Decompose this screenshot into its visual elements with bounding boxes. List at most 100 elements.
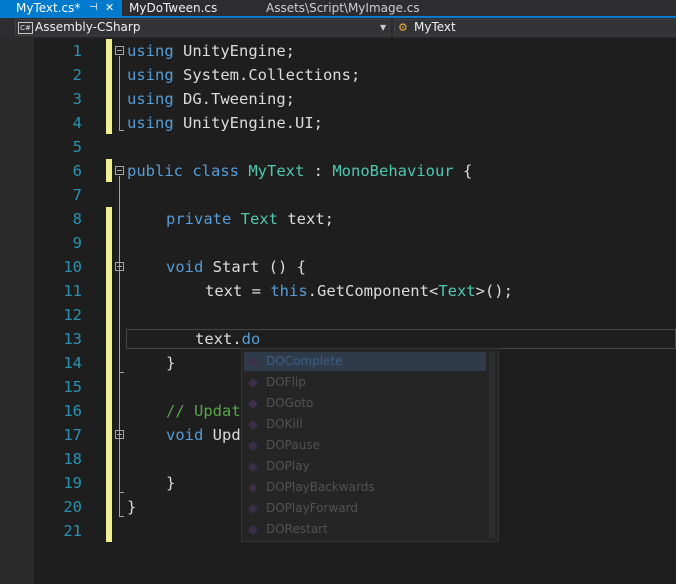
code-line-20[interactable]: } [127, 495, 136, 519]
outline-guide [119, 516, 124, 517]
class-icon: ⚙ [398, 21, 408, 34]
code-editor[interactable]: 1 2 3 4 5 6 7 8 9 10 11 12 13 14 15 16 17 18 19 20 21 using … [0, 38, 676, 584]
outline-guide [119, 272, 120, 372]
completion-scrollbar[interactable] [489, 352, 495, 538]
line-number: 18 [63, 450, 82, 468]
keyword: class [183, 162, 249, 180]
line-number: 3 [72, 90, 82, 108]
line-number: 17 [63, 426, 82, 444]
code-line-8[interactable]: private Text text; [166, 207, 334, 231]
change-bar [106, 159, 112, 182]
code-line-19[interactable]: } [166, 471, 175, 495]
intellisense-completion-list[interactable]: DOComplete DOFlip DOGoto DOKill DOPause DOPla… [241, 348, 499, 542]
code-line-11[interactable]: text = this.GetComponent<Text>(); [205, 279, 513, 303]
code-line-6[interactable]: public class MyText : MonoBehaviour { [127, 159, 472, 183]
keyword: using [127, 42, 174, 60]
outline-guide [119, 492, 124, 493]
change-bar [106, 207, 112, 542]
code-line-4[interactable]: using UnityEngine.UI; [127, 111, 323, 135]
keyword: using [127, 90, 174, 108]
suggestion-item[interactable]: DOFlip [266, 375, 306, 389]
code-text: { [453, 162, 473, 180]
line-number: 1 [72, 42, 82, 60]
collapse-toggle[interactable] [115, 46, 124, 55]
code-text: UnityEngine; [173, 42, 295, 60]
collapse-toggle[interactable] [115, 166, 124, 175]
keyword: void [166, 426, 204, 444]
line-number: 2 [72, 66, 82, 84]
project-dropdown[interactable]: C# Assembly-CSharp ▼ [15, 19, 390, 36]
document-tab-bar: MyText.cs* ⊣ ✕ MyDoTween.cs Assets\Scrip… [0, 0, 676, 16]
type-name: Text [438, 282, 476, 300]
suggestion-item[interactable]: DOPlayBackwards [266, 480, 375, 494]
outline-guide [119, 372, 124, 373]
code-text: .GetComponent< [307, 282, 439, 300]
pin-icon[interactable]: ⊣ [89, 0, 98, 16]
code-text: text = [205, 282, 271, 300]
line-number: 11 [63, 282, 82, 300]
code-line-10[interactable]: void Start () { [166, 255, 306, 279]
type-name: Text [240, 210, 278, 228]
suggestion-item[interactable]: DORestart [266, 522, 328, 536]
code-line-1[interactable]: using UnityEngine; [127, 39, 295, 63]
tab-mytext[interactable]: MyText.cs* ⊣ ✕ [0, 0, 122, 16]
suggestion-item[interactable]: DOGoto [266, 396, 313, 410]
code-text: text; [278, 210, 334, 228]
navigation-bar: C# Assembly-CSharp ▼ ⚙ MyText [0, 18, 676, 38]
type-name: MyText [248, 162, 305, 180]
line-number: 5 [72, 138, 82, 156]
outline-guide [119, 440, 120, 492]
tab-label: MyText.cs* [16, 1, 81, 15]
suggestion-item[interactable]: DOComplete [266, 354, 343, 368]
keyword: this [270, 282, 308, 300]
keyword: public [127, 162, 183, 180]
extension-method-icon [248, 462, 258, 472]
extension-method-icon [248, 420, 258, 430]
collapse-toggle[interactable] [115, 262, 124, 271]
code-text: DG.Tweening; [173, 90, 295, 108]
chevron-down-icon[interactable]: ▼ [380, 23, 386, 32]
line-number: 8 [72, 210, 82, 228]
extension-method-icon [248, 399, 258, 409]
line-number: 15 [63, 378, 82, 396]
line-number: 7 [72, 186, 82, 204]
line-number: 21 [63, 522, 82, 540]
csharp-project-icon: C# [18, 22, 33, 34]
code-text: text. [195, 330, 242, 348]
member-name: do [241, 330, 261, 348]
suggestion-item[interactable]: DOPause [266, 438, 320, 452]
line-number: 12 [63, 306, 82, 324]
outline-guide [119, 56, 120, 130]
code-line-14[interactable]: } [166, 351, 175, 375]
suggestion-item[interactable]: DOPlay [266, 459, 310, 473]
suggestion-item[interactable]: DOPlayForward [266, 501, 358, 515]
code-text: >(); [475, 282, 513, 300]
line-number: 13 [63, 330, 82, 348]
code-text: UnityEngine.UI; [173, 114, 323, 132]
line-number: 14 [63, 354, 82, 372]
line-number: 4 [72, 114, 82, 132]
collapse-toggle[interactable] [115, 430, 124, 439]
code-text: : [304, 162, 333, 180]
extension-method-icon [248, 525, 258, 535]
code-text: Start () { [203, 258, 306, 276]
extension-method-icon [248, 378, 258, 388]
tab-mydotween[interactable]: MyDoTween.cs [129, 0, 217, 16]
extension-method-icon [248, 441, 258, 451]
code-text: System.Collections; [173, 66, 361, 84]
class-dropdown[interactable]: ⚙ MyText [394, 19, 676, 36]
keyword: using [127, 114, 174, 132]
keyword: void [166, 258, 204, 276]
suggestion-item[interactable]: DOKill [266, 417, 303, 431]
extension-method-icon [248, 504, 258, 514]
line-number: 10 [63, 258, 82, 276]
line-number: 19 [63, 474, 82, 492]
code-line-3[interactable]: using DG.Tweening; [127, 87, 295, 111]
tab-myimage[interactable]: Assets\Script\MyImage.cs [266, 0, 420, 16]
code-line-2[interactable]: using System.Collections; [127, 63, 360, 87]
type-name: MonoBehaviour [332, 162, 454, 180]
close-icon[interactable]: ✕ [105, 0, 114, 16]
extension-method-icon [248, 483, 258, 493]
line-number: 20 [63, 498, 82, 516]
